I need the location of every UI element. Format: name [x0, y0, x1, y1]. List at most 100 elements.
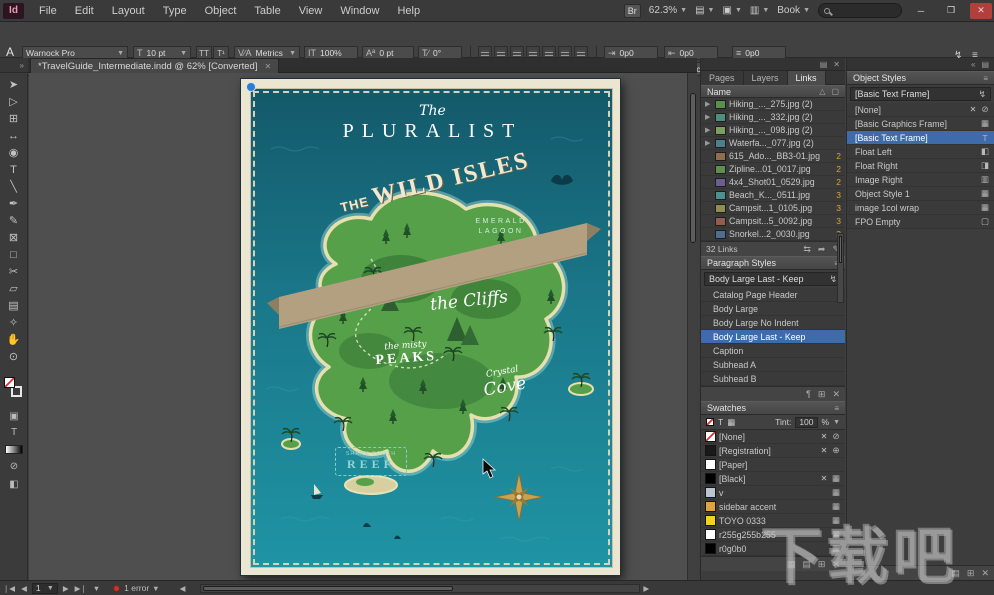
view-options-dropdown[interactable]: ▤▼ — [695, 5, 714, 16]
link-page-icon[interactable]: ▢ — [831, 87, 839, 96]
formatting-affects-text-button[interactable]: T — [0, 425, 28, 439]
view-mode-button[interactable]: ◧ — [0, 477, 28, 491]
swatches-header[interactable]: Swatches ≡ — [701, 401, 845, 415]
vertical-scrollbar[interactable] — [687, 73, 697, 580]
first-page-button[interactable]: ❘◀ — [0, 584, 18, 593]
object-style-row[interactable]: [None] ✕ ⊘ — [847, 103, 994, 117]
link-row[interactable]: ▶ Hiking_..._275.jpg (2) — [701, 98, 845, 111]
hscroll-right-icon[interactable]: ▶ — [640, 584, 652, 593]
eyedropper-tool[interactable]: ✧ — [0, 314, 27, 331]
horizontal-scrollbar-thumb[interactable] — [203, 586, 453, 591]
link-row[interactable]: ▶ Zipline...01_0017.jpg 2 — [701, 163, 845, 176]
tools-panel-header[interactable]: » — [0, 58, 28, 73]
panel-menu-icon[interactable]: ≡ — [983, 74, 988, 83]
link-row[interactable]: ▶ Waterfa..._077.jpg (2) — [701, 137, 845, 150]
new-object-style-icon[interactable]: ⊞ — [967, 568, 975, 579]
apply-gradient-button[interactable] — [5, 445, 23, 454]
relink-icon[interactable]: ⇆ — [803, 244, 811, 255]
swatch-row[interactable]: v ✕ ▦ — [701, 486, 845, 500]
expander-icon[interactable]: ▶ — [705, 100, 712, 108]
object-style-row[interactable]: Float Left ✕ ◧ — [847, 145, 994, 159]
pencil-tool[interactable]: ✎ — [0, 212, 27, 229]
next-page-button[interactable]: ▶ — [60, 584, 72, 593]
clear-overrides-icon[interactable]: ¶ — [806, 389, 811, 400]
fill-stroke-control[interactable] — [0, 373, 28, 403]
link-row[interactable]: ▶ Campsit...5_0092.jpg 3 — [701, 215, 845, 228]
menu-item[interactable]: File — [30, 0, 66, 22]
hscroll-left-icon[interactable]: ◀ — [177, 584, 189, 593]
app-logo-icon[interactable]: Id — [3, 3, 24, 19]
pen-tool[interactable]: ✒ — [0, 195, 27, 212]
link-page-badge[interactable]: 2 — [833, 151, 841, 161]
link-status-icon[interactable]: △ — [819, 87, 825, 96]
close-tab-icon[interactable]: ✕ — [264, 62, 271, 71]
close-panel-icon[interactable]: ✕ — [833, 60, 840, 69]
panel-menu-icon[interactable]: ≡ — [834, 404, 839, 413]
object-styles-header[interactable]: Object Styles ≡ — [847, 71, 994, 85]
fill-color-swatch[interactable] — [4, 377, 15, 388]
menu-item[interactable]: Window — [331, 0, 388, 22]
link-row[interactable]: ▶ Beach_K..._0511.jpg 3 — [701, 189, 845, 202]
delete-object-style-icon[interactable]: ✕ — [981, 568, 989, 579]
panel-tab[interactable]: Layers — [744, 71, 788, 85]
scissors-tool[interactable]: ✂ — [0, 263, 27, 280]
paragraph-style-row[interactable]: Body Large — [701, 302, 845, 316]
link-row[interactable]: ▶ Campsit...1_0105.jpg 3 — [701, 202, 845, 215]
paragraph-style-row[interactable]: Body Large No Indent — [701, 316, 845, 330]
link-page-badge[interactable]: 2 — [833, 164, 841, 174]
link-row[interactable]: ▶ 4x4_Shot01_0529.jpg 2 — [701, 176, 845, 189]
swatch-row[interactable]: [None] ✕ ⊘ — [701, 430, 845, 444]
swatch-row[interactable]: [Paper] ✕ — [701, 458, 845, 472]
bridge-icon[interactable]: Br — [624, 4, 641, 18]
links-scrollbar[interactable] — [837, 233, 844, 303]
delete-swatch-icon[interactable]: ✕ — [832, 559, 840, 570]
object-proxy-icon[interactable]: ▦ — [727, 417, 735, 428]
document-tab[interactable]: *TravelGuide_Intermediate.indd @ 62% [Co… — [30, 58, 279, 73]
rectangle-tool[interactable]: □ — [0, 246, 27, 263]
delete-style-icon[interactable]: ✕ — [832, 389, 840, 400]
goto-link-icon[interactable]: ➦ — [818, 244, 826, 255]
show-swatch-kinds-icon[interactable]: ▦ — [787, 559, 796, 570]
last-page-button[interactable]: ▶❘ — [72, 584, 90, 593]
swatch-row[interactable]: r255g255b255 ✕ ▦ — [701, 528, 845, 542]
free-transform-tool[interactable]: ▱ — [0, 280, 27, 297]
minimize-button[interactable]: ─ — [910, 3, 932, 19]
arrange-documents-dropdown[interactable]: ▥▼ — [750, 5, 769, 16]
color-group-icon[interactable]: ▤ — [802, 559, 811, 570]
page-menu-icon[interactable]: ▼ — [90, 584, 103, 593]
link-row[interactable]: ▶ Snorkel...2_0030.jpg 3 — [701, 228, 845, 241]
panel-menu-icon[interactable]: ▤ — [981, 60, 989, 69]
fill-proxy-icon[interactable] — [706, 418, 714, 426]
swatch-row[interactable]: [Black] ✕ ▦ — [701, 472, 845, 486]
hand-tool[interactable]: ✋ — [0, 331, 27, 348]
panel-menu-icon[interactable]: ▤ — [820, 60, 828, 69]
link-page-badge[interactable]: 3 — [833, 190, 841, 200]
paragraph-style-row[interactable]: Subhead A — [701, 358, 845, 372]
object-style-row[interactable]: [Basic Text Frame] ✕ T — [847, 131, 994, 145]
direct-selection-tool[interactable]: ▷ — [0, 93, 27, 110]
current-paragraph-style[interactable]: Body Large Last - Keep ↯ — [704, 272, 842, 286]
paragraph-style-row[interactable]: Subhead B — [701, 372, 845, 386]
formatting-affects-container-button[interactable]: ▣ — [0, 409, 28, 423]
type-tool[interactable]: T — [0, 161, 27, 178]
content-collector-tool[interactable]: ◉ — [0, 144, 27, 161]
search-input[interactable] — [818, 3, 902, 18]
vertical-scrollbar-thumb[interactable] — [690, 93, 696, 243]
line-tool[interactable]: ╲ — [0, 178, 27, 195]
object-style-row[interactable]: Float Right ✕ ◨ — [847, 159, 994, 173]
page-tool[interactable]: ⊞ — [0, 110, 27, 127]
menu-item[interactable]: Table — [245, 0, 289, 22]
document-page[interactable]: The PLURALIST THE WILD ISLES EMERALDLAGO… — [240, 78, 621, 576]
link-page-badge[interactable]: 3 — [833, 203, 841, 213]
preflight-menu-icon[interactable]: ▼ — [149, 584, 162, 593]
object-style-row[interactable]: [Basic Graphics Frame] ✕ ▦ — [847, 117, 994, 131]
note-tool[interactable]: ▤ — [0, 297, 27, 314]
swatch-row[interactable]: [Registration] ✕ ⊕ — [701, 444, 845, 458]
link-row[interactable]: ▶ Hiking_..._098.jpg (2) — [701, 124, 845, 137]
annotation-badge[interactable] — [246, 82, 256, 92]
object-style-row[interactable]: image 1col wrap ✕ ▦ — [847, 201, 994, 215]
expander-icon[interactable]: ▶ — [705, 126, 712, 134]
preflight-status[interactable]: 1 error — [124, 583, 149, 593]
panel-tab[interactable]: Pages — [701, 71, 744, 85]
panel-tab[interactable]: Links — [788, 71, 826, 85]
